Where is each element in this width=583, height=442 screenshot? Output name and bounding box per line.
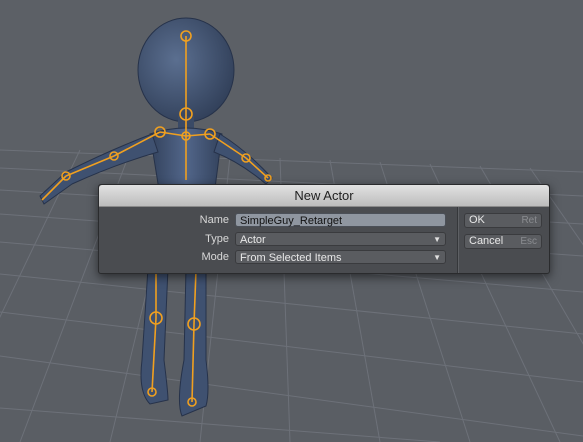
name-row: Name xyxy=(99,213,229,228)
mode-select[interactable]: From Selected Items ▼ xyxy=(235,250,446,264)
name-input[interactable]: SimpleGuy_Retarget xyxy=(235,213,446,227)
ok-button-shortcut: Ret xyxy=(521,215,537,226)
button-separator xyxy=(457,207,459,273)
cancel-button-shortcut: Esc xyxy=(520,236,537,247)
ok-button-label: OK xyxy=(469,214,485,226)
cancel-button[interactable]: Cancel Esc xyxy=(464,234,542,249)
type-value: Actor xyxy=(240,234,266,246)
type-label: Type xyxy=(205,233,229,245)
cancel-button-label: Cancel xyxy=(469,235,504,247)
dialog-title: New Actor xyxy=(99,185,549,207)
mode-value: From Selected Items xyxy=(240,252,342,264)
mode-row: Mode xyxy=(99,250,229,265)
mode-label: Mode xyxy=(201,251,229,263)
type-select[interactable]: Actor ▼ xyxy=(235,232,446,246)
name-label: Name xyxy=(199,214,229,226)
ok-button[interactable]: OK Ret xyxy=(464,213,542,228)
type-row: Type xyxy=(99,232,229,247)
chevron-down-icon: ▼ xyxy=(433,253,441,262)
new-actor-dialog: New Actor Name SimpleGuy_Retarget Type A… xyxy=(98,184,550,274)
chevron-down-icon: ▼ xyxy=(433,235,441,244)
